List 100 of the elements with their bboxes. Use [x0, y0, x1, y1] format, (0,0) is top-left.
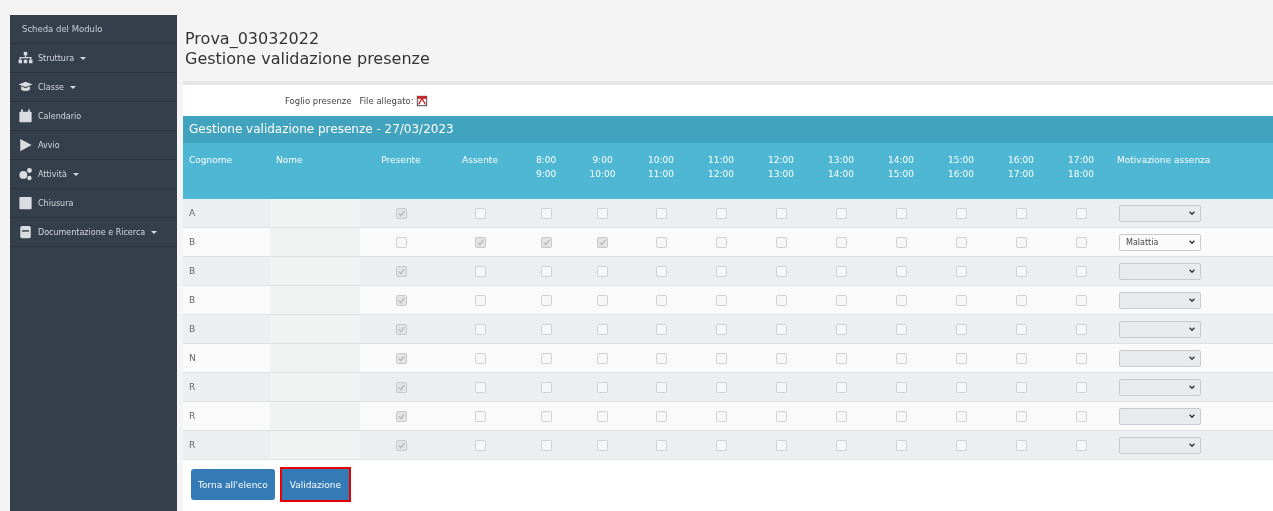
checkbox[interactable] — [1015, 236, 1027, 248]
checkbox[interactable] — [1015, 439, 1027, 451]
checkbox[interactable] — [955, 410, 967, 422]
checkbox[interactable] — [1015, 323, 1027, 335]
checkbox[interactable] — [655, 352, 667, 364]
checkbox[interactable] — [1075, 410, 1087, 422]
checkbox[interactable] — [1015, 265, 1027, 277]
sidebar-item[interactable]: Attività — [10, 160, 177, 189]
checkbox[interactable] — [540, 352, 552, 364]
reason-dropdown[interactable]: Malattia — [1119, 233, 1201, 251]
checkbox[interactable] — [540, 236, 552, 248]
checkbox[interactable] — [775, 207, 787, 219]
checkbox[interactable] — [1075, 294, 1087, 306]
checkbox[interactable] — [395, 381, 407, 393]
checkbox[interactable] — [540, 410, 552, 422]
checkbox[interactable] — [955, 439, 967, 451]
sidebar-item[interactable]: Struttura — [10, 44, 177, 73]
checkbox[interactable] — [715, 236, 727, 248]
checkbox[interactable] — [655, 381, 667, 393]
checkbox[interactable] — [655, 294, 667, 306]
checkbox[interactable] — [955, 294, 967, 306]
checkbox[interactable] — [835, 207, 847, 219]
checkbox[interactable] — [775, 294, 787, 306]
checkbox[interactable] — [895, 352, 907, 364]
checkbox[interactable] — [955, 352, 967, 364]
checkbox[interactable] — [775, 323, 787, 335]
pdf-file-icon[interactable] — [415, 94, 428, 107]
checkbox[interactable] — [597, 265, 608, 277]
checkbox[interactable] — [395, 207, 407, 219]
checkbox[interactable] — [597, 323, 608, 335]
checkbox[interactable] — [1015, 352, 1027, 364]
checkbox[interactable] — [775, 439, 787, 451]
sidebar-item[interactable]: Documentazione e Ricerca — [10, 218, 177, 247]
checkbox[interactable] — [597, 352, 608, 364]
checkbox[interactable] — [775, 410, 787, 422]
checkbox[interactable] — [715, 352, 727, 364]
checkbox[interactable] — [655, 410, 667, 422]
checkbox[interactable] — [835, 381, 847, 393]
button[interactable]: Validazione — [281, 469, 349, 500]
checkbox[interactable] — [835, 323, 847, 335]
checkbox[interactable] — [835, 294, 847, 306]
checkbox[interactable] — [955, 381, 967, 393]
checkbox[interactable] — [1015, 381, 1027, 393]
checkbox[interactable] — [395, 294, 407, 306]
checkbox[interactable] — [835, 352, 847, 364]
checkbox[interactable] — [835, 236, 847, 248]
checkbox[interactable] — [655, 207, 667, 219]
checkbox[interactable] — [597, 207, 608, 219]
checkbox[interactable] — [474, 352, 486, 364]
checkbox[interactable] — [715, 265, 727, 277]
checkbox[interactable] — [474, 294, 486, 306]
checkbox[interactable] — [474, 410, 486, 422]
checkbox[interactable] — [775, 352, 787, 364]
sidebar-item[interactable]: Avvio — [10, 131, 177, 160]
checkbox[interactable] — [835, 410, 847, 422]
checkbox[interactable] — [395, 323, 407, 335]
checkbox[interactable] — [715, 323, 727, 335]
checkbox[interactable] — [835, 439, 847, 451]
checkbox[interactable] — [895, 323, 907, 335]
sidebar-item[interactable]: Classe — [10, 73, 177, 102]
checkbox[interactable] — [835, 265, 847, 277]
checkbox[interactable] — [1075, 236, 1087, 248]
checkbox[interactable] — [1075, 439, 1087, 451]
sidebar-item[interactable]: Scheda del Modulo — [10, 15, 177, 44]
checkbox[interactable] — [540, 265, 552, 277]
checkbox[interactable] — [597, 294, 608, 306]
checkbox[interactable] — [395, 265, 407, 277]
checkbox[interactable] — [715, 207, 727, 219]
checkbox[interactable] — [1015, 410, 1027, 422]
checkbox[interactable] — [895, 236, 907, 248]
checkbox[interactable] — [895, 410, 907, 422]
checkbox[interactable] — [895, 381, 907, 393]
checkbox[interactable] — [895, 294, 907, 306]
checkbox[interactable] — [655, 323, 667, 335]
checkbox[interactable] — [540, 294, 552, 306]
checkbox[interactable] — [597, 381, 608, 393]
checkbox[interactable] — [775, 236, 787, 248]
checkbox[interactable] — [655, 439, 667, 451]
checkbox[interactable] — [540, 323, 552, 335]
checkbox[interactable] — [715, 294, 727, 306]
checkbox[interactable] — [895, 265, 907, 277]
checkbox[interactable] — [597, 410, 608, 422]
checkbox[interactable] — [955, 265, 967, 277]
sidebar-item[interactable]: Chiusura — [10, 189, 177, 218]
checkbox[interactable] — [1075, 352, 1087, 364]
checkbox[interactable] — [775, 381, 787, 393]
checkbox[interactable] — [1015, 207, 1027, 219]
checkbox[interactable] — [597, 439, 608, 451]
checkbox[interactable] — [955, 323, 967, 335]
checkbox[interactable] — [474, 439, 486, 451]
checkbox[interactable] — [655, 236, 667, 248]
checkbox[interactable] — [474, 265, 486, 277]
checkbox[interactable] — [395, 439, 407, 451]
checkbox[interactable] — [1075, 381, 1087, 393]
checkbox[interactable] — [474, 236, 486, 248]
sidebar-item[interactable]: Calendario — [10, 102, 177, 131]
checkbox[interactable] — [655, 265, 667, 277]
checkbox[interactable] — [540, 439, 552, 451]
checkbox[interactable] — [395, 410, 407, 422]
checkbox[interactable] — [895, 439, 907, 451]
